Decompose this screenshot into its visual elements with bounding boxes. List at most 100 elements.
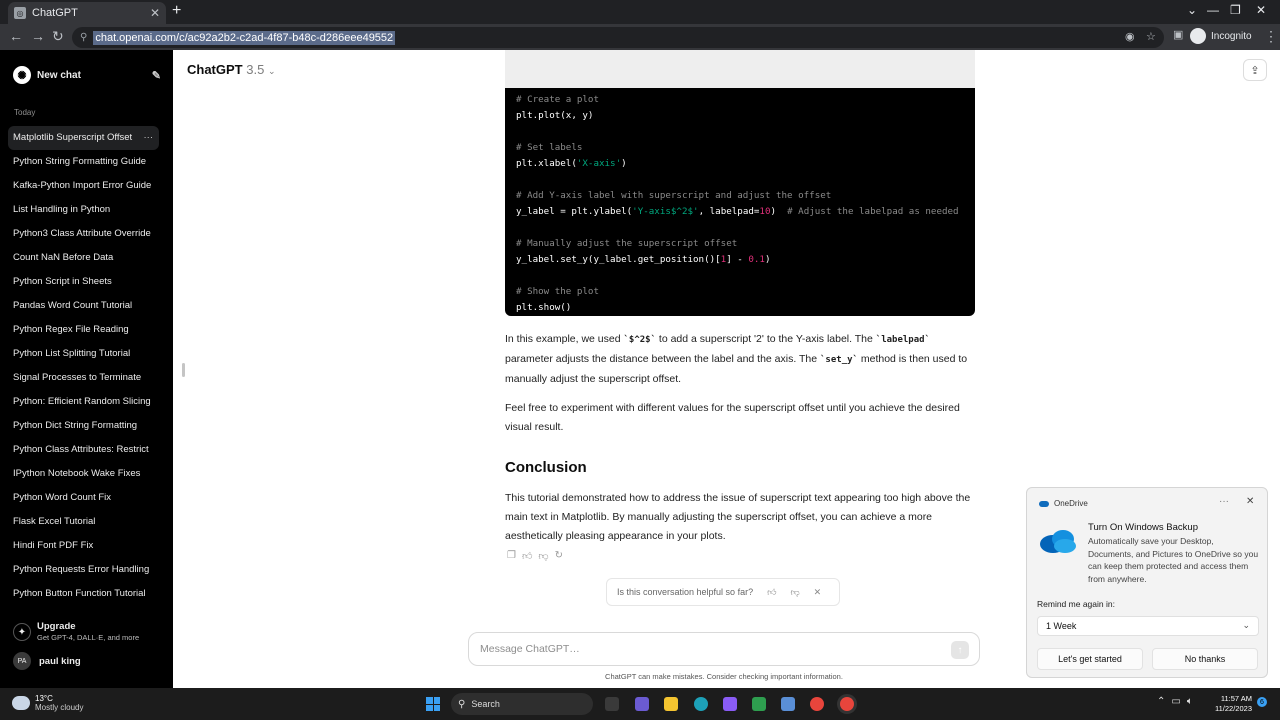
windows-start-icon[interactable] [426, 697, 440, 711]
model-selector[interactable]: ChatGPT 3.5 ⌄ [187, 62, 276, 77]
chevron-up-icon[interactable]: ⌃ [1157, 696, 1165, 707]
new-tab-icon[interactable]: + [172, 2, 181, 20]
weather-widget[interactable]: 13°C Mostly cloudy [12, 694, 83, 712]
more-options-icon[interactable]: ··· [1219, 496, 1229, 507]
tab-close-icon[interactable]: ✕ [150, 6, 160, 20]
history-item[interactable]: Hindi Font PDF Fix [8, 534, 159, 558]
thumbs-down-icon[interactable]: 👎︎ [538, 550, 548, 562]
answer-paragraph-2: Feel free to experiment with different v… [505, 402, 960, 433]
close-window-icon[interactable]: ✕ [1256, 3, 1266, 17]
site-info-icon[interactable]: ⚲ [80, 32, 87, 43]
history-item[interactable]: Flask Excel Tutorial [8, 510, 159, 534]
history-item-label: Hindi Font PDF Fix [13, 540, 94, 551]
browser-menu-icon[interactable]: ⋮ [1264, 28, 1278, 45]
remind-select[interactable]: 1 Week ⌄ [1037, 616, 1259, 636]
file-explorer-icon[interactable] [664, 697, 678, 711]
history-item[interactable]: IPython Notebook Wake Fixes [8, 462, 159, 486]
code-block-header [505, 50, 975, 88]
chevron-down-icon: ⌄ [267, 66, 276, 76]
code-line: # Manually adjust the superscript offset [516, 236, 964, 252]
history-item-label: Matplotlib Superscript Offset [13, 132, 133, 143]
code-token: ] - [726, 254, 749, 265]
history-item[interactable]: Signal Processes to Terminate [8, 366, 159, 390]
code-line: # Set labels [516, 140, 964, 156]
history-item-label: Python Button Function Tutorial [13, 588, 146, 599]
history-item[interactable]: Python Button Function Tutorial [8, 582, 159, 606]
cloud-icon [12, 696, 30, 710]
history-item[interactable]: Python List Splitting Tutorial [8, 342, 159, 366]
history-item[interactable]: Python: Efficient Random Slicing [8, 390, 159, 414]
history-item-label: Count NaN Before Data [13, 252, 114, 263]
restore-icon[interactable]: ❐ [1230, 3, 1241, 17]
url-text[interactable]: chat.openai.com/c/ac92a2b2-c2ad-4f87-b48… [93, 30, 396, 45]
close-icon[interactable]: ✕ [814, 587, 822, 598]
share-icon: ⇪ [1250, 64, 1260, 77]
back-icon[interactable]: ← [9, 28, 23, 44]
regenerate-icon[interactable]: ↻ [555, 550, 563, 562]
history-item-label: Python String Formatting Guide [13, 156, 147, 167]
history-item[interactable]: Python Requests Error Handling [8, 558, 159, 582]
message-input[interactable]: Message ChatGPT… ↑ [468, 632, 980, 666]
inline-code: `set_y` [820, 355, 858, 365]
volume-icon[interactable]: 🔈︎ [1187, 696, 1193, 707]
task-view-icon[interactable] [605, 697, 619, 711]
upgrade-button[interactable]: ✦ Upgrade Get GPT-4, DALL·E, and more [13, 621, 139, 642]
history-item-label: Python Dict String Formatting [13, 420, 138, 431]
history-item[interactable]: Count NaN Before Data [8, 246, 159, 270]
forward-icon[interactable]: → [31, 28, 45, 44]
more-options-icon[interactable]: ··· [144, 126, 154, 150]
side-panel-icon[interactable]: ▣ [1173, 28, 1183, 41]
lets-get-started-button[interactable]: Let's get started [1037, 648, 1143, 670]
history-item[interactable]: Pandas Word Count Tutorial [8, 294, 159, 318]
bookmark-star-icon[interactable]: ☆ [1146, 30, 1156, 43]
thumbs-up-icon[interactable]: 👍︎ [522, 550, 532, 562]
excel-icon[interactable] [752, 697, 766, 711]
taskbar-search-label: Search [471, 699, 500, 709]
history-item[interactable]: Python Regex File Reading [8, 318, 159, 342]
edit-icon[interactable]: ✎ [152, 69, 161, 82]
no-thanks-button[interactable]: No thanks [1152, 648, 1258, 670]
send-button[interactable]: ↑ [951, 641, 969, 659]
history-item[interactable]: Python Word Count Fix [8, 486, 159, 510]
taskbar-search[interactable]: ⚲ Search [451, 693, 593, 715]
history-item[interactable]: Python String Formatting Guide [8, 150, 159, 174]
history-item[interactable]: Matplotlib Superscript Offset ··· [8, 126, 159, 150]
address-bar[interactable]: ⚲ chat.openai.com/c/ac92a2b2-c2ad-4f87-b… [72, 27, 1164, 48]
chrome-active-icon[interactable] [840, 697, 854, 711]
copy-icon[interactable]: ❐ [507, 550, 516, 562]
clock[interactable]: 11:57 AM 11/22/2023 [1210, 694, 1252, 714]
close-icon[interactable]: ✕ [1246, 496, 1254, 507]
history-item[interactable]: List Handling in Python [8, 198, 159, 222]
minimize-icon[interactable]: — [1207, 3, 1219, 17]
history-item[interactable]: Python Script in Sheets [8, 270, 159, 294]
chevron-down-icon[interactable]: ⌄ [1187, 3, 1197, 17]
app-icon[interactable] [723, 697, 737, 711]
tracking-icon[interactable]: ◉ [1125, 30, 1135, 43]
notification-badge[interactable]: 6 [1257, 697, 1267, 707]
search-icon: ⚲ [458, 698, 466, 710]
user-menu[interactable]: PA paul king [13, 652, 81, 670]
teams-icon[interactable] [635, 697, 649, 711]
reload-icon[interactable]: ↻ [52, 28, 64, 45]
thumbs-up-icon[interactable]: 👍︎ [767, 587, 776, 598]
display-icon[interactable]: ▭ [1171, 696, 1180, 707]
history-item[interactable]: Python Class Attributes: Restrict [8, 438, 159, 462]
model-version: 3.5 [246, 62, 265, 77]
photos-icon[interactable] [781, 697, 795, 711]
history-item-label: Python Regex File Reading [13, 324, 129, 335]
browser-tab[interactable]: ◎ ChatGPT ✕ [8, 2, 166, 24]
edge-icon[interactable] [694, 697, 708, 711]
history-item[interactable]: Kafka-Python Import Error Guide [8, 174, 159, 198]
new-chat-button[interactable]: ✺ New chat ✎ [13, 66, 161, 84]
history-item[interactable]: Python Dict String Formatting [8, 414, 159, 438]
share-button[interactable]: ⇪ [1243, 59, 1267, 81]
thumbs-down-icon[interactable]: 👎︎ [790, 587, 799, 598]
history-item[interactable]: Python3 Class Attribute Override [8, 222, 159, 246]
chrome-icon[interactable] [810, 697, 824, 711]
code-token: y_label = plt.ylabel( [516, 206, 633, 217]
onedrive-small-icon [1039, 500, 1049, 507]
sidebar-collapse-handle[interactable] [182, 363, 185, 377]
incognito-profile[interactable]: Incognito [1190, 28, 1252, 44]
